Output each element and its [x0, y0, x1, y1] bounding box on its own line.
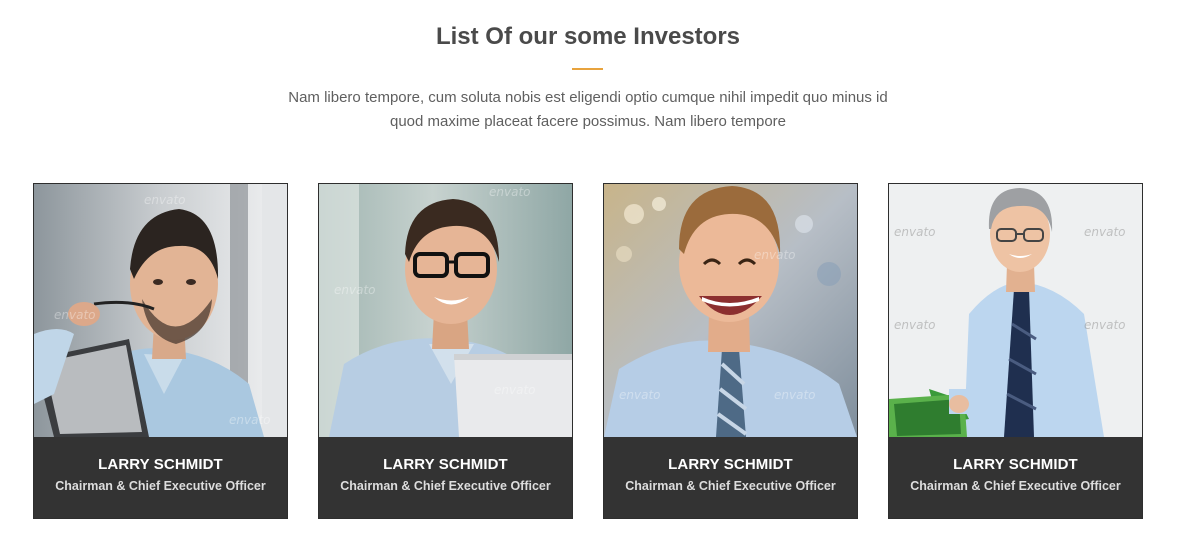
- investor-name: LARRY SCHMIDT: [953, 456, 1078, 473]
- investor-card[interactable]: envato envato envato LARRY SCHMIDT Chair…: [33, 183, 288, 519]
- investor-role: Chairman & Chief Executive Officer: [55, 479, 266, 493]
- investor-role: Chairman & Chief Executive Officer: [340, 479, 551, 493]
- section-title: List Of our some Investors: [435, 23, 741, 50]
- svg-text:envato: envato: [334, 283, 376, 297]
- investor-photo-gray-haired-man: envato envato envato envato: [889, 184, 1142, 437]
- investor-card[interactable]: envato envato envato envato LARRY SCHMID…: [888, 183, 1143, 519]
- svg-text:envato: envato: [619, 388, 661, 402]
- investor-role: Chairman & Chief Executive Officer: [910, 479, 1121, 493]
- investor-info: LARRY SCHMIDT Chairman & Chief Executive…: [889, 437, 1142, 518]
- svg-text:envato: envato: [489, 185, 531, 199]
- svg-text:envato: envato: [894, 318, 936, 332]
- svg-text:envato: envato: [754, 248, 796, 262]
- svg-text:envato: envato: [494, 383, 536, 397]
- investor-info: LARRY SCHMIDT Chairman & Chief Executive…: [34, 437, 287, 518]
- investor-info: LARRY SCHMIDT Chairman & Chief Executive…: [319, 437, 572, 518]
- svg-text:envato: envato: [774, 388, 816, 402]
- investor-card[interactable]: envato envato envato LARRY SCHMIDT Chair…: [318, 183, 573, 519]
- investor-card[interactable]: envato envato envato LARRY SCHMIDT Chair…: [603, 183, 858, 519]
- section-intro: Nam libero tempore, cum soluta nobis est…: [250, 86, 926, 134]
- title-divider: [572, 68, 603, 70]
- svg-text:envato: envato: [54, 308, 96, 322]
- intro-line-2: quod maxime placeat facere possimus. Nam…: [389, 113, 786, 130]
- investor-name: LARRY SCHMIDT: [383, 456, 508, 473]
- investor-info: LARRY SCHMIDT Chairman & Chief Executive…: [604, 437, 857, 518]
- investor-photo-man-with-tablet: envato envato envato: [34, 184, 287, 437]
- investor-name: LARRY SCHMIDT: [668, 456, 793, 473]
- investor-name: LARRY SCHMIDT: [98, 456, 223, 473]
- intro-line-1: Nam libero tempore, cum soluta nobis est…: [288, 89, 888, 106]
- watermark: envato: [144, 193, 186, 207]
- investor-photo-man-with-glasses: envato envato envato: [319, 184, 572, 437]
- svg-text:envato: envato: [1084, 318, 1126, 332]
- investor-role: Chairman & Chief Executive Officer: [625, 479, 836, 493]
- svg-text:envato: envato: [894, 225, 936, 239]
- investor-photo-laughing-man: envato envato envato: [604, 184, 857, 437]
- svg-text:envato: envato: [1084, 225, 1126, 239]
- svg-text:envato: envato: [229, 413, 271, 427]
